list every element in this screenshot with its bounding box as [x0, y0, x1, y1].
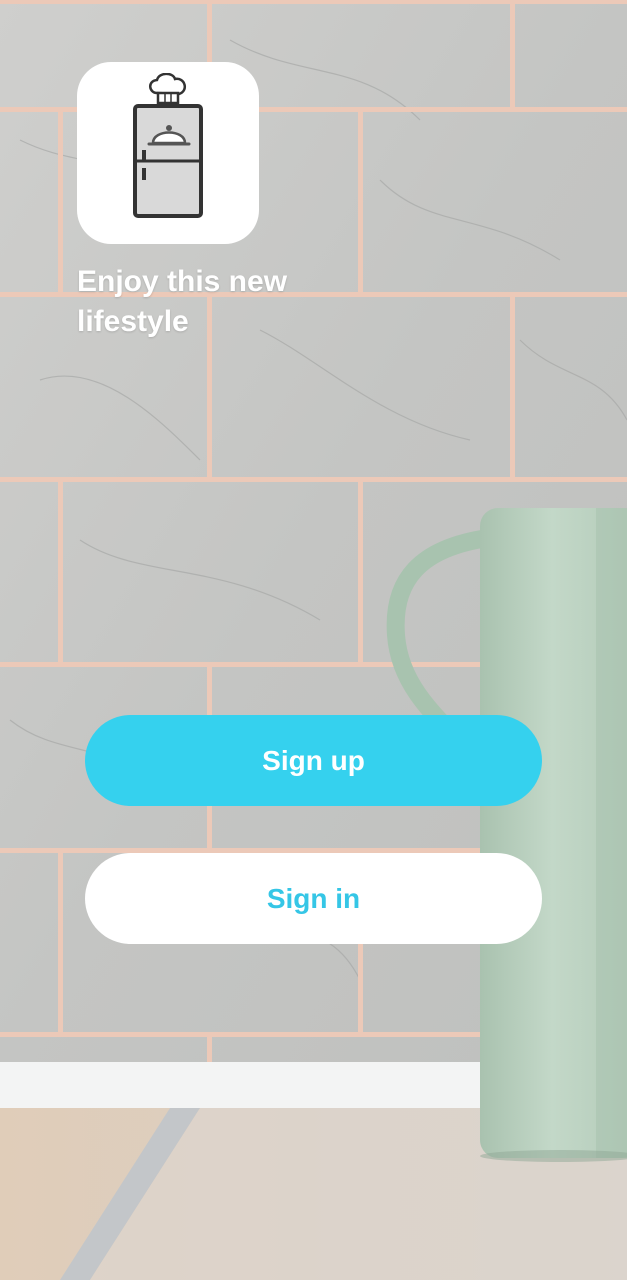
fridge-chef-icon	[133, 73, 203, 218]
sign-in-button[interactable]: Sign in	[85, 853, 542, 944]
sign-up-button[interactable]: Sign up	[85, 715, 542, 806]
app-logo	[77, 62, 259, 244]
tagline-text: Enjoy this new lifestyle	[77, 265, 288, 338]
